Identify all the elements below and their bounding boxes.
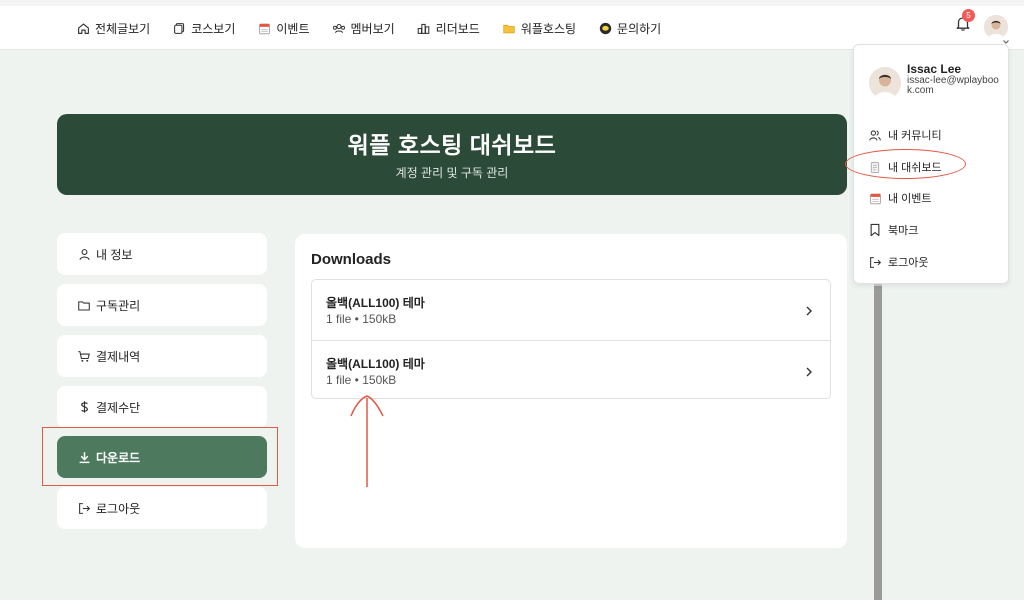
nav-item-events[interactable]: 이벤트 xyxy=(257,20,310,37)
nav-item-contact[interactable]: 문의하기 xyxy=(598,20,661,37)
sidebar-item-profile[interactable]: 내 정보 xyxy=(57,233,267,275)
sidebar-item-label: 구독관리 xyxy=(96,298,141,313)
cart-icon xyxy=(77,349,91,363)
dollar-icon xyxy=(77,400,91,414)
users-icon xyxy=(868,128,882,142)
downloads-panel: Downloads 올백(ALL100) 테마 1 file • 150kB 올… xyxy=(295,234,847,548)
folder-icon xyxy=(502,21,516,35)
bookmark-icon xyxy=(868,223,882,237)
dashboard-hero: 워플 호스팅 대쉬보드 계정 관리 및 구독 관리 xyxy=(57,114,847,195)
sidebar-item-label: 내 정보 xyxy=(96,247,133,262)
annotation-arrow xyxy=(340,392,400,492)
chevron-right-icon xyxy=(804,365,814,377)
nav-item-label: 코스보기 xyxy=(191,21,236,36)
sidebar-item-payment-history[interactable]: 결제내역 xyxy=(57,335,267,377)
folder-icon xyxy=(77,298,91,312)
menu-item-label: 북마크 xyxy=(888,225,919,237)
menu-item-my-events[interactable]: 내 이벤트 xyxy=(868,189,932,207)
logout-icon xyxy=(868,255,882,269)
download-item-name: 올백(ALL100) 테마 xyxy=(326,296,425,310)
menu-item-label: 로그아웃 xyxy=(888,257,929,269)
avatar xyxy=(869,67,901,99)
chevron-right-icon xyxy=(804,304,814,316)
download-item-meta: 1 file • 150kB xyxy=(326,373,397,387)
download-item[interactable]: 올백(ALL100) 테마 1 file • 150kB xyxy=(312,340,830,400)
chevron-down-icon[interactable] xyxy=(1002,33,1010,44)
nav-item-courses[interactable]: 코스보기 xyxy=(172,20,235,37)
panel-title: Downloads xyxy=(311,251,392,268)
download-item-name: 올백(ALL100) 테마 xyxy=(326,357,425,371)
courses-icon xyxy=(172,21,186,35)
sidebar-item-subscriptions[interactable]: 구독관리 xyxy=(57,284,267,326)
sidebar-item-payment-method[interactable]: 결제수단 xyxy=(57,386,267,428)
menu-item-bookmarks[interactable]: 북마크 xyxy=(868,221,918,239)
page-subtitle: 계정 관리 및 구독 관리 xyxy=(395,166,509,180)
annotation-highlight-ellipse xyxy=(845,149,966,179)
sidebar-item-label: 로그아웃 xyxy=(96,501,141,516)
nav-item-hosting[interactable]: 워플호스팅 xyxy=(502,20,576,37)
notification-badge: 5 xyxy=(962,9,975,22)
chat-icon xyxy=(598,21,612,35)
calendar-icon xyxy=(868,191,882,205)
nav-item-members[interactable]: 멤버보기 xyxy=(332,20,395,37)
nav-item-label: 리더보드 xyxy=(435,21,480,36)
nav-menu: 전체글보기 코스보기 이벤트 멤버보기 리더보드 워플호스팅 문의하기 xyxy=(76,6,683,50)
nav-item-label: 이벤트 xyxy=(276,21,310,36)
user-name: Issac Lee xyxy=(907,62,962,76)
sidebar-item-label: 결제내역 xyxy=(96,349,141,364)
nav-item-label: 전체글보기 xyxy=(95,21,151,36)
nav-item-leaderboard[interactable]: 리더보드 xyxy=(417,20,480,37)
sidebar-item-logout[interactable]: 로그아웃 xyxy=(57,487,267,529)
download-item[interactable]: 올백(ALL100) 테마 1 file • 150kB xyxy=(312,280,830,340)
calendar-icon xyxy=(257,21,271,35)
annotation-highlight-box xyxy=(42,427,278,486)
sidebar-item-label: 결제수단 xyxy=(96,400,141,415)
nav-item-label: 워플호스팅 xyxy=(520,21,577,36)
home-icon xyxy=(76,21,90,35)
leaderboard-icon xyxy=(417,21,431,35)
menu-item-logout[interactable]: 로그아웃 xyxy=(868,253,928,271)
page-title: 워플 호스팅 대쉬보드 xyxy=(347,132,557,158)
download-item-meta: 1 file • 150kB xyxy=(326,312,397,326)
user-icon xyxy=(77,247,91,261)
nav-item-all-posts[interactable]: 전체글보기 xyxy=(76,20,150,37)
members-icon xyxy=(332,21,346,35)
nav-item-label: 멤버보기 xyxy=(350,21,395,36)
menu-item-my-community[interactable]: 내 커뮤니티 xyxy=(868,126,942,144)
logout-icon xyxy=(77,501,91,515)
menu-item-label: 내 이벤트 xyxy=(888,193,932,205)
nav-item-label: 문의하기 xyxy=(617,21,662,36)
downloads-list: 올백(ALL100) 테마 1 file • 150kB 올백(ALL100) … xyxy=(311,279,831,399)
user-email: issac-lee@wplaybook.com xyxy=(907,75,999,96)
menu-item-label: 내 커뮤니티 xyxy=(888,130,942,142)
